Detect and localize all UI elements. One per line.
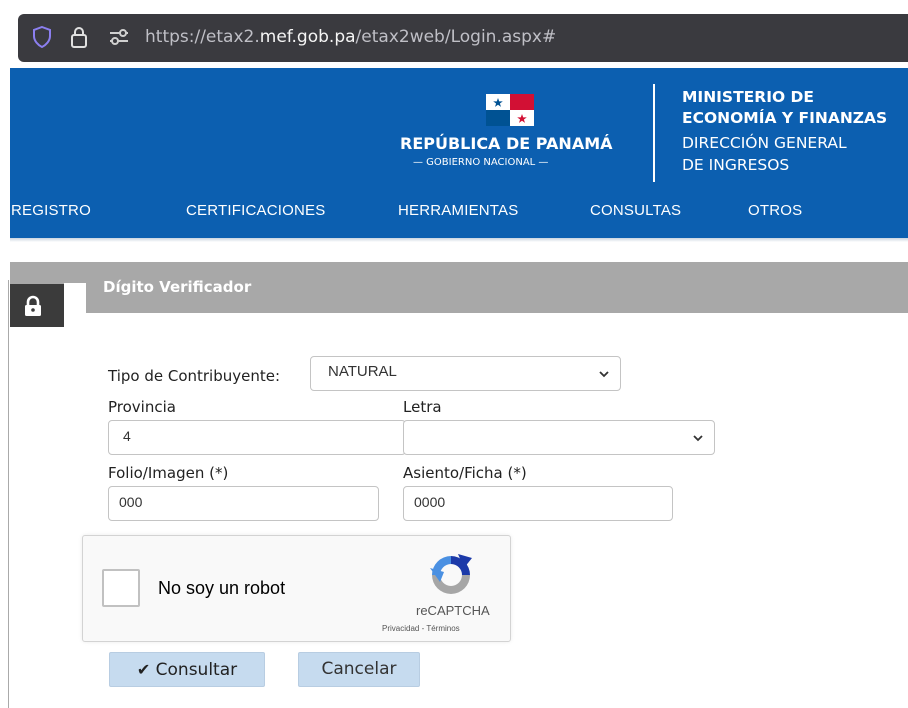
site-header: REPÚBLICA DE PANAMÁ — GOBIERNO NACIONAL … — [10, 68, 908, 238]
recaptcha-widget: No soy un robot reCAPTCHA Privacidad - T… — [82, 535, 511, 642]
nav-herramientas[interactable]: HERRAMIENTAS — [398, 202, 518, 219]
recaptcha-brand: reCAPTCHA — [416, 603, 490, 618]
direction-name: DIRECCIÓN GENERAL DE INGRESOS — [682, 134, 847, 174]
asiento-label: Asiento/Ficha (*) — [403, 464, 527, 482]
consultar-button[interactable]: ✔ Consultar — [109, 652, 265, 687]
chevron-down-icon — [693, 435, 703, 442]
panel-tab — [64, 283, 86, 313]
tipo-contribuyente-label: Tipo de Contribuyente: — [108, 367, 281, 385]
page-border — [8, 280, 9, 708]
asiento-input[interactable]: 0000 — [403, 486, 673, 521]
check-icon: ✔ — [136, 660, 151, 679]
lock-icon[interactable] — [70, 25, 88, 49]
page-title: Dígito Verificador — [103, 278, 252, 296]
folio-input[interactable]: 000 — [108, 486, 379, 521]
shield-icon[interactable] — [32, 26, 52, 48]
provincia-input[interactable]: 4 — [108, 420, 406, 455]
url-bar[interactable]: https://etax2.mef.gob.pa/etax2web/Login.… — [18, 14, 908, 62]
ministry-name: MINISTERIO DE ECONOMÍA Y FINANZAS — [682, 88, 888, 127]
republic-name: REPÚBLICA DE PANAMÁ — [400, 134, 613, 153]
panama-flag-icon — [486, 94, 534, 126]
recaptcha-links[interactable]: Privacidad - Términos — [382, 624, 460, 633]
government-subtitle: — GOBIERNO NACIONAL — — [413, 157, 549, 168]
main-nav: REGISTRO CERTIFICACIONES HERRAMIENTAS CO… — [10, 202, 908, 222]
recaptcha-logo-icon — [430, 554, 472, 594]
permissions-icon[interactable] — [108, 29, 130, 45]
letra-select[interactable] — [403, 420, 715, 455]
folio-label: Folio/Imagen (*) — [108, 464, 229, 482]
provincia-label: Provincia — [108, 398, 176, 416]
chevron-down-icon — [599, 371, 609, 378]
panel-lock-badge — [10, 284, 64, 327]
letra-label: Letra — [403, 398, 442, 416]
tipo-contribuyente-select[interactable]: NATURAL — [310, 356, 621, 391]
nav-consultas[interactable]: CONSULTAS — [590, 202, 681, 219]
cancelar-button[interactable]: Cancelar — [298, 652, 420, 687]
header-shadow — [10, 238, 908, 242]
url-text[interactable]: https://etax2.mef.gob.pa/etax2web/Login.… — [145, 27, 556, 47]
header-divider — [653, 84, 655, 182]
nav-certificaciones[interactable]: CERTIFICACIONES — [186, 202, 325, 219]
lock-icon — [25, 295, 41, 316]
recaptcha-label: No soy un robot — [158, 578, 286, 598]
recaptcha-checkbox[interactable] — [102, 569, 140, 607]
nav-registro[interactable]: REGISTRO — [11, 202, 91, 219]
browser-toolbar: https://etax2.mef.gob.pa/etax2web/Login.… — [0, 0, 908, 68]
nav-otros[interactable]: OTROS — [748, 202, 802, 219]
